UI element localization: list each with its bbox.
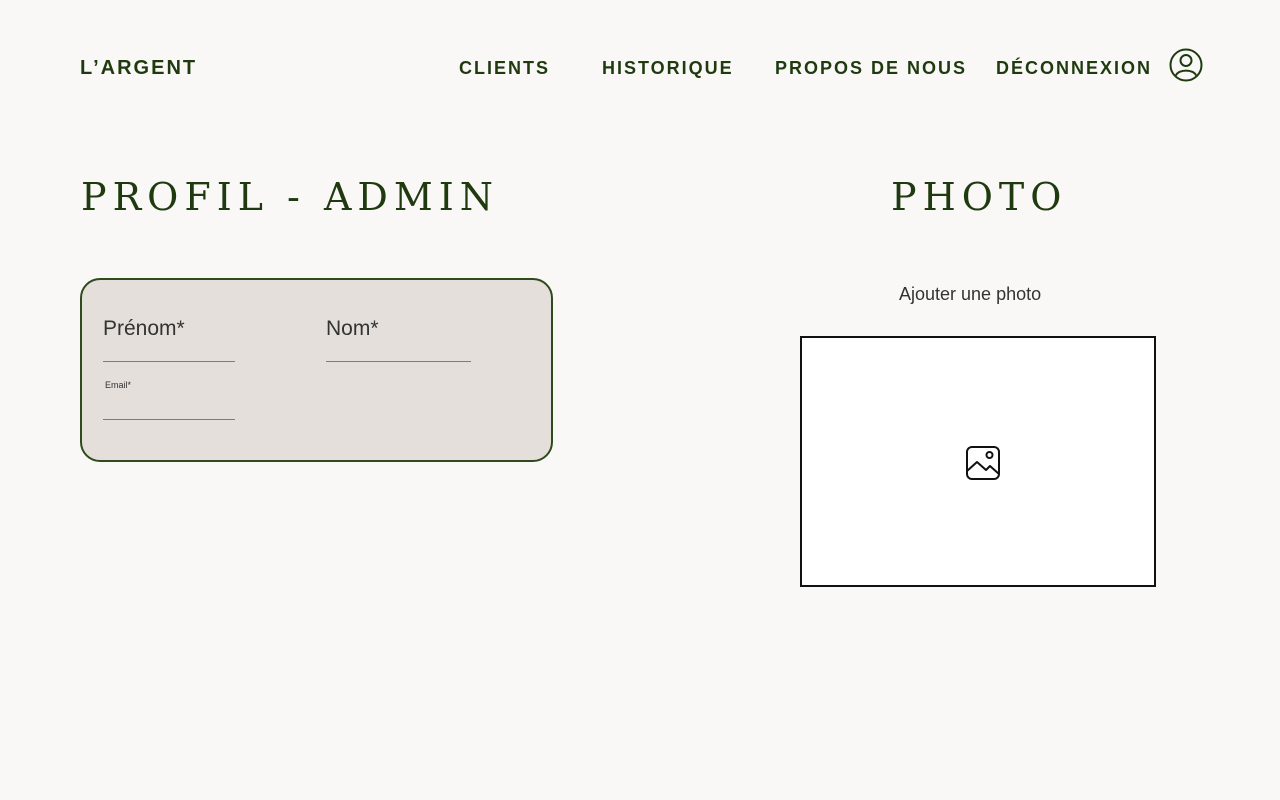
nav-deconnexion[interactable]: DÉCONNEXION [996,58,1152,79]
last-name-label: Nom* [326,317,379,340]
nav-historique[interactable]: HISTORIQUE [602,58,734,79]
first-name-field[interactable]: Prénom* [103,317,235,362]
photo-upload-area[interactable] [800,336,1156,587]
first-name-label: Prénom* [103,317,185,340]
add-photo-link[interactable]: Ajouter une photo [899,284,1041,305]
nav-propos-de-nous[interactable]: PROPOS DE NOUS [775,58,967,79]
email-label: Email* [105,380,132,390]
nav-clients[interactable]: CLIENTS [459,58,550,79]
photo-section-title: PHOTO [891,175,1068,219]
page-title: PROFIL - ADMIN [81,175,500,219]
last-name-field[interactable]: Nom* [326,317,471,362]
image-icon [965,445,1001,481]
brand-logo[interactable]: L’ARGENT [80,57,197,80]
user-circle-icon[interactable] [1168,47,1204,83]
profile-form-card: Prénom* Nom* Email* [80,278,553,462]
email-field[interactable]: Email* [103,380,235,420]
